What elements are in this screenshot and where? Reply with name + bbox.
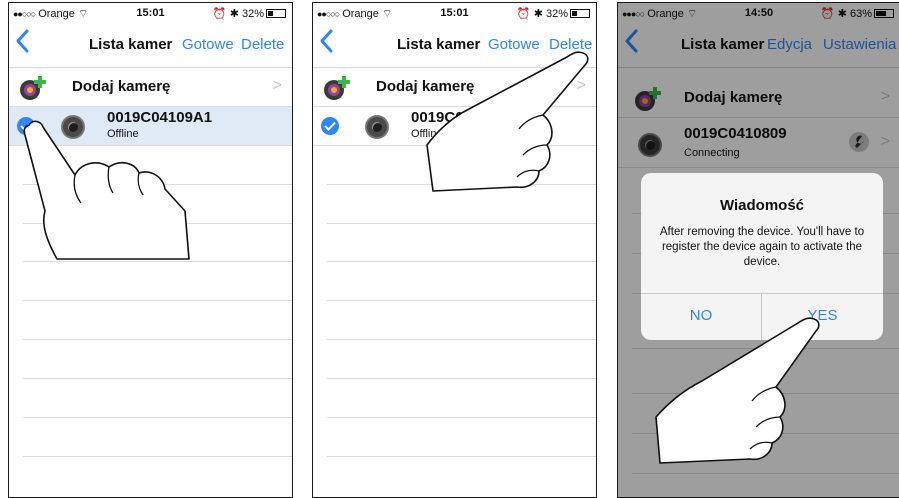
done-button[interactable]: Gotowe [488, 36, 540, 53]
camera-lens-icon [61, 115, 85, 139]
battery-fill [268, 11, 273, 16]
camera-name: 0019C041 [411, 109, 481, 126]
chevron-left-icon [320, 29, 333, 53]
list-separator [327, 300, 596, 301]
checkmark-icon[interactable] [17, 117, 35, 135]
camera-plus-icon [324, 76, 350, 100]
list-separator [23, 456, 292, 457]
list-separator [23, 339, 292, 340]
chevron-right-icon: > [272, 77, 282, 94]
nav-bar: Lista kamer Gotowe Delete [313, 23, 596, 68]
list-separator [327, 378, 596, 379]
delete-button[interactable]: Delete [549, 36, 592, 53]
checkmark-icon[interactable] [321, 117, 339, 135]
back-button[interactable] [15, 29, 43, 61]
no-button[interactable]: NO [641, 294, 762, 340]
chevron-right-icon: > [576, 77, 586, 94]
camera-status: Offline [411, 128, 443, 140]
list-separator [23, 300, 292, 301]
add-camera-label: Dodaj kamerę [376, 78, 475, 95]
list-separator [327, 223, 596, 224]
list-separator [327, 261, 596, 262]
dialog-message: After removing the device. You'll have t… [659, 226, 865, 268]
list-separator [23, 417, 292, 418]
camera-plus-icon [20, 76, 46, 100]
phone-screen-3: ●●●○○ Orange ⌔ 14:50 ⏰ ✱ 63% Lista kamer … [617, 2, 899, 498]
list-separator [23, 261, 292, 262]
dialog-title: Wiadomość [719, 197, 805, 214]
camera-status: Offline [107, 128, 139, 140]
list-separator [327, 456, 596, 457]
list-separator [327, 184, 596, 185]
battery-fill [572, 11, 577, 16]
dialog-buttons: NO YES [641, 293, 883, 340]
nav-bar: Lista kamer Gotowe Delete [9, 23, 292, 68]
camera-row[interactable]: 0019C04109A1 Offline [9, 107, 292, 146]
list-separator [23, 184, 292, 185]
status-bar: ●●○○○ Orange ⌔ 15:01 ⏰ ✱ 32% [313, 3, 596, 23]
list-separator [327, 417, 596, 418]
battery-icon [570, 9, 590, 18]
phone-screen-2: ●●○○○ Orange ⌔ 15:01 ⏰ ✱ 32% Lista kamer … [312, 2, 597, 498]
battery-icon [266, 9, 286, 18]
bluetooth-icon: ✱ [229, 8, 239, 20]
nav-title: Lista kamer [89, 36, 173, 53]
add-camera-row[interactable]: Dodaj kamerę > [9, 68, 292, 107]
nav-title: Lista kamer [397, 36, 481, 53]
alarm-icon: ⏰ [212, 8, 227, 20]
add-camera-row[interactable]: Dodaj kamerę > [313, 68, 596, 107]
alert-dialog: Wiadomość After removing the device. You… [641, 173, 883, 340]
list-separator [23, 223, 292, 224]
battery-percent: 32% [545, 8, 568, 20]
camera-name: 0019C04109A1 [107, 109, 213, 126]
camera-row[interactable]: 0019C041 Offline [313, 107, 596, 146]
add-camera-label: Dodaj kamerę [72, 78, 171, 95]
list-separator [23, 378, 292, 379]
status-bar: ●●○○○ Orange ⌔ 15:01 ⏰ ✱ 32% [9, 3, 292, 23]
list-separator [327, 339, 596, 340]
bluetooth-icon: ✱ [533, 8, 543, 20]
back-button[interactable] [319, 29, 347, 61]
chevron-left-icon [16, 29, 29, 53]
alarm-icon: ⏰ [516, 8, 531, 20]
battery-percent: 32% [241, 8, 264, 20]
delete-button[interactable]: Delete [241, 36, 284, 53]
done-button[interactable]: Gotowe [182, 36, 234, 53]
yes-button[interactable]: YES [762, 294, 883, 340]
camera-lens-icon [365, 115, 389, 139]
phone-screen-1: ●●○○○ Orange ⌔ 15:01 ⏰ ✱ 32% Lista kamer … [8, 2, 293, 498]
